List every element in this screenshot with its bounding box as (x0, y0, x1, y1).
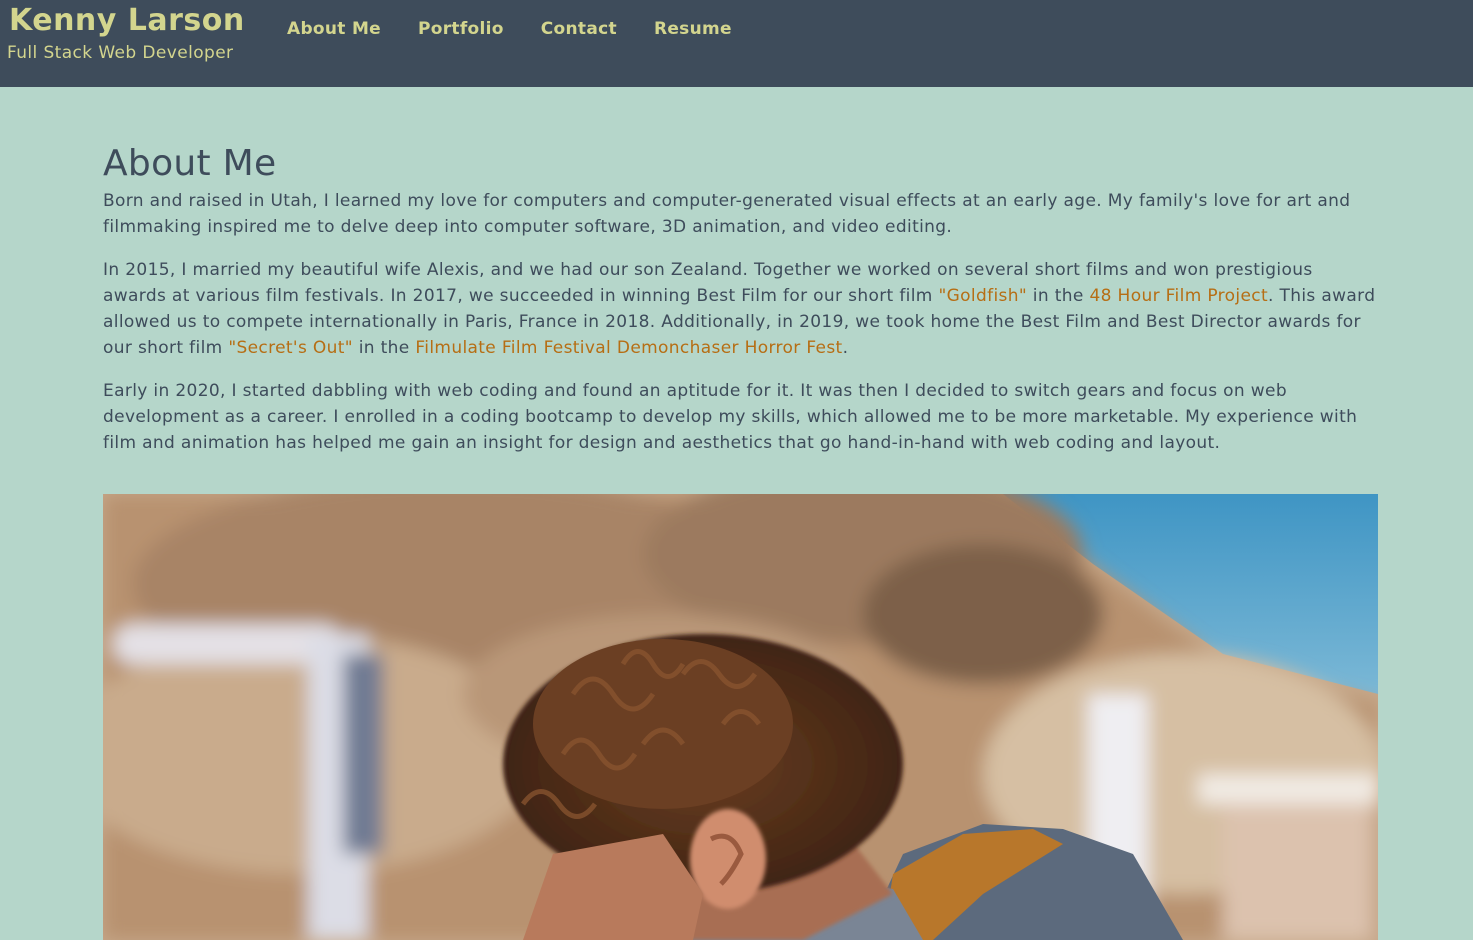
site-tagline: Full Stack Web Developer (7, 43, 234, 63)
bio-text: . (842, 338, 849, 358)
main-nav: About Me Portfolio Contact Resume (287, 19, 769, 39)
site-header: Kenny Larson Full Stack Web Developer Ab… (0, 0, 1473, 87)
nav-portfolio[interactable]: Portfolio (418, 19, 504, 39)
bio-paragraph-1: Born and raised in Utah, I learned my lo… (103, 191, 1351, 237)
filmulate-festival-link[interactable]: Filmulate Film Festival Demonchaser Horr… (415, 338, 842, 358)
page-title: About Me (103, 143, 277, 184)
48-hour-film-project-link[interactable]: 48 Hour Film Project (1089, 286, 1268, 306)
bio-paragraph-2: In 2015, I married my beautiful wife Ale… (103, 257, 1378, 361)
about-section: About Me Born and raised in Utah, I lear… (103, 140, 1378, 473)
nav-contact[interactable]: Contact (541, 19, 617, 39)
bio-text: in the (1027, 286, 1090, 306)
nav-resume[interactable]: Resume (654, 19, 732, 39)
nav-about-me[interactable]: About Me (287, 19, 381, 39)
goldfish-link[interactable]: "Goldfish" (938, 286, 1027, 306)
bio-paragraph-3: Early in 2020, I started dabbling with w… (103, 381, 1358, 453)
bio-text: in the (352, 338, 416, 358)
secrets-out-link[interactable]: "Secret's Out" (228, 338, 353, 358)
site-name[interactable]: Kenny Larson (9, 3, 245, 38)
profile-photo (103, 494, 1378, 940)
